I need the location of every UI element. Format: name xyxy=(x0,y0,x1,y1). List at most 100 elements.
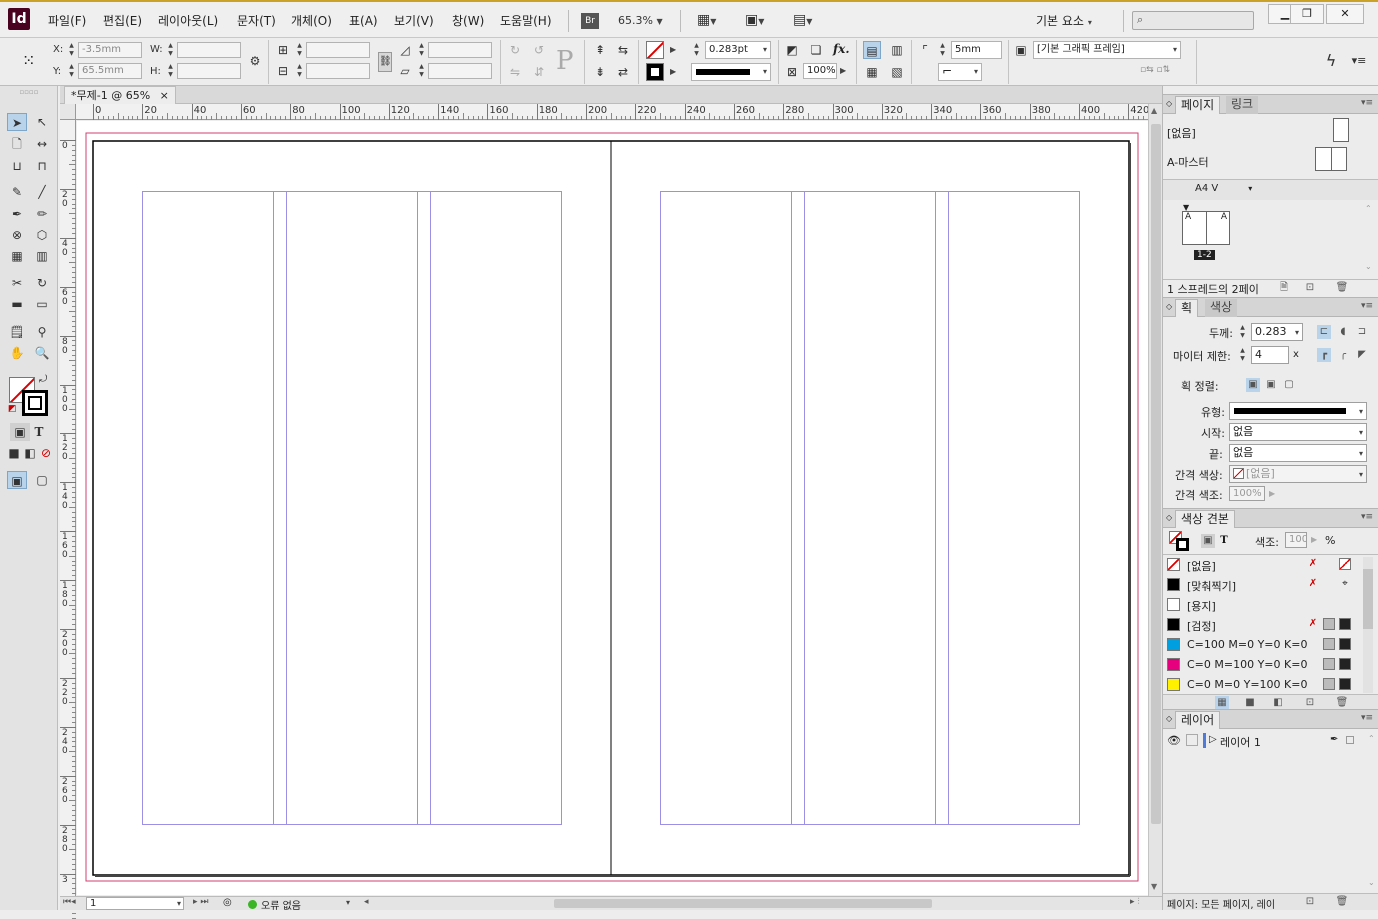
layers-scroll-up-icon[interactable]: ⌃ xyxy=(1368,734,1375,743)
rotate-cw-icon[interactable]: ↻ xyxy=(506,41,524,59)
swatch-row[interactable]: C=100 M=0 Y=0 K=0 xyxy=(1163,635,1378,655)
wrap-shape-icon[interactable]: ▦ xyxy=(863,63,881,81)
expand-layer-icon[interactable]: ▷ xyxy=(1209,734,1217,745)
ruler-origin[interactable] xyxy=(60,104,76,120)
tab-stroke[interactable]: 획 xyxy=(1175,299,1199,317)
scroll-down-icon[interactable]: ▼ xyxy=(1151,882,1157,891)
collapse-icon[interactable]: ◇ xyxy=(1166,99,1172,108)
swatch-row[interactable]: [없음] ✗ xyxy=(1163,555,1378,575)
swatch-container-icon[interactable]: ▣ xyxy=(1201,534,1215,548)
y-field[interactable]: 65.5mm xyxy=(78,63,142,79)
spread-canvas[interactable] xyxy=(77,121,1148,895)
collapse-icon[interactable]: ◇ xyxy=(1166,714,1172,723)
new-layer-icon[interactable]: ⊡ xyxy=(1303,895,1317,909)
miter-field[interactable]: 4 xyxy=(1251,346,1289,364)
none-master-thumb[interactable] xyxy=(1333,118,1349,142)
swatch-text-icon[interactable]: T xyxy=(1217,534,1231,548)
control-panel-menu-icon[interactable]: ▾≡ xyxy=(1350,52,1368,70)
apply-none-icon[interactable]: ⊘ xyxy=(36,444,56,462)
zoom-tool-icon[interactable]: 🔍 xyxy=(32,344,52,362)
delete-page-icon[interactable]: 🗑 xyxy=(1335,281,1349,295)
gradient-swatch-tool-icon[interactable]: ▬ xyxy=(7,295,27,313)
corner-options-icon[interactable]: ⌜ xyxy=(916,41,934,59)
none-master-label[interactable]: [없음] xyxy=(1167,125,1196,141)
delete-swatch-icon[interactable]: 🗑 xyxy=(1335,696,1349,710)
tab-swatches[interactable]: 색상 견본 xyxy=(1175,510,1235,528)
end-dropdown[interactable]: 없음 ▾ xyxy=(1229,444,1367,462)
table-tool-icon[interactable]: ▦ xyxy=(7,247,27,265)
weight-field[interactable]: 0.283 ▾ xyxy=(1251,323,1303,341)
pen-tool-icon[interactable]: ✒ xyxy=(7,205,27,223)
content-collector-icon[interactable]: ⊔ xyxy=(7,157,27,175)
selection-proxy-icon[interactable] xyxy=(1346,736,1354,744)
horizontal-ruler[interactable]: 0 20 40 60 80 100 120 140 160 180 200 220 240 260 280 3… xyxy=(76,104,1174,120)
wrap-none-icon[interactable]: ▤ xyxy=(863,41,881,59)
pages-scroll-down-icon[interactable]: ⌄ xyxy=(1365,262,1372,271)
line-tool-icon[interactable]: ╱ xyxy=(32,183,52,201)
panel-menu-icon[interactable]: ▾≡ xyxy=(1361,301,1373,311)
fill-stroke-proxy[interactable] xyxy=(1169,531,1189,551)
rectangle-frame-tool-icon[interactable]: ⊗ xyxy=(7,226,27,244)
x-stepper[interactable]: ▲ ▼ xyxy=(68,42,75,58)
restore-button[interactable]: ❐ xyxy=(1290,4,1324,24)
rotate-ccw-icon[interactable]: ↺ xyxy=(530,41,548,59)
preflight-menu-icon[interactable]: ▾ xyxy=(346,898,350,907)
menu-window[interactable]: 창(W) xyxy=(452,12,484,29)
flip-horizontal-icon[interactable]: ⇋ xyxy=(506,63,524,81)
menu-table[interactable]: 표(A) xyxy=(349,12,378,29)
flip-vertical-icon[interactable]: ⇵ xyxy=(530,63,548,81)
swatch-row[interactable]: [용지] xyxy=(1163,595,1378,615)
align-outside-icon[interactable]: ▢ xyxy=(1282,378,1296,392)
scale-y-stepper[interactable]: ▲ ▼ xyxy=(296,63,303,79)
normal-mode-icon[interactable]: ▣ xyxy=(7,471,27,489)
swatch-scrollbar[interactable] xyxy=(1363,557,1373,693)
scroll-right-icon[interactable]: ▸ ⫶ xyxy=(1130,897,1140,907)
vertical-scrollbar[interactable]: ▲ ▼ xyxy=(1148,104,1162,896)
drop-shadow-icon[interactable]: ◩ xyxy=(783,41,801,59)
link-icon[interactable]: ⛓ xyxy=(378,52,392,72)
wrap-bounding-icon[interactable]: ▥ xyxy=(888,41,906,59)
panel-menu-icon[interactable]: ▾≡ xyxy=(1361,713,1373,723)
grid-tool-icon[interactable]: ▥ xyxy=(32,247,52,265)
gap-tool-icon[interactable]: ↔ xyxy=(32,135,52,153)
pasteboard[interactable] xyxy=(77,121,1148,895)
search-input[interactable]: ⌕ xyxy=(1132,11,1254,30)
tint-arrow[interactable]: ▶ xyxy=(1311,535,1317,544)
content-placer-icon[interactable]: ⊓ xyxy=(32,157,52,175)
tab-pages[interactable]: 페이지 xyxy=(1175,96,1221,114)
eyedropper-tool-icon[interactable]: ⚲ xyxy=(32,323,52,341)
show-gradient-swatches-icon[interactable]: ◧ xyxy=(1271,696,1285,710)
align-inside-icon[interactable]: ▣ xyxy=(1264,378,1278,392)
effects-button[interactable]: fx. xyxy=(833,42,850,56)
wrap-jump-icon[interactable]: ▧ xyxy=(888,63,906,81)
layer-row[interactable]: 👁 ▷ 레이어 1 ✒ xyxy=(1163,731,1378,751)
w-field[interactable] xyxy=(177,42,241,58)
stroke-swatch-tool[interactable] xyxy=(22,390,48,416)
tab-links[interactable]: 링크 xyxy=(1226,96,1259,114)
scissors-tool-icon[interactable]: ✂ xyxy=(7,274,27,292)
page-number-field[interactable]: 1 ▾ xyxy=(86,897,184,910)
join-miter-icon[interactable]: ┏ xyxy=(1317,348,1331,362)
rotate-stepper[interactable]: ▲ ▼ xyxy=(418,42,425,58)
swap-fill-stroke-icon[interactable]: ⤾ xyxy=(39,374,47,385)
swatch-row[interactable]: [검정] ✗ xyxy=(1163,615,1378,635)
scale-x-stepper[interactable]: ▲ ▼ xyxy=(296,42,303,58)
stroke-menu-arrow[interactable]: ▶ xyxy=(670,67,676,76)
pages-scroll-up-icon[interactable]: ⌃ xyxy=(1365,204,1372,213)
miter-stepper[interactable]: ▲ ▼ xyxy=(1239,347,1246,365)
weight-stepper[interactable]: ▲ ▼ xyxy=(1239,324,1246,342)
first-page-icon[interactable]: ⏮◂ xyxy=(63,897,76,907)
horizontal-scroll-thumb[interactable] xyxy=(554,899,932,908)
corner-size-field[interactable]: 5mm xyxy=(951,41,1002,59)
rotate-field[interactable] xyxy=(428,42,492,58)
document-tab[interactable]: *무제-1 @ 65% × xyxy=(64,86,176,104)
open-page-icon[interactable]: ◎ xyxy=(223,897,232,908)
preview-mode-icon[interactable]: ▢ xyxy=(32,471,52,489)
select-previous-icon[interactable]: ⇆ xyxy=(614,41,632,59)
formatting-text-icon[interactable]: T xyxy=(29,423,49,441)
y-stepper[interactable]: ▲ ▼ xyxy=(68,63,75,79)
view-options-icon[interactable]: ▦▼ xyxy=(697,12,716,34)
tint-field[interactable]: 100 xyxy=(1285,532,1307,548)
scroll-left-icon[interactable]: ◂ xyxy=(364,897,369,907)
swatch-row[interactable]: C=0 M=100 Y=0 K=0 xyxy=(1163,655,1378,675)
